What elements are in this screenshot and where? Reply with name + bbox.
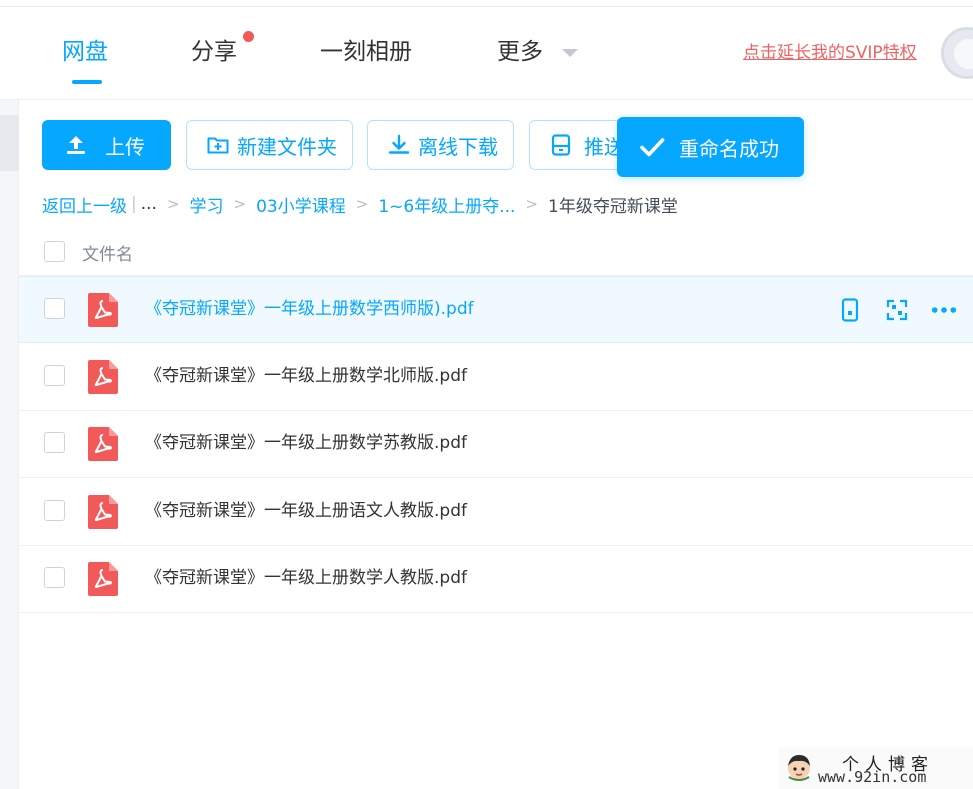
pdf-file-icon xyxy=(87,426,119,462)
breadcrumb-ellipsis[interactable]: ... xyxy=(141,194,157,214)
svip-renew-link[interactable]: 点击延长我的SVIP特权 xyxy=(743,42,917,64)
tab-netdisk[interactable]: 网盘 xyxy=(62,36,108,68)
breadcrumb-current: 1年级夺冠新课堂 xyxy=(548,196,678,217)
breadcrumb-divider: | xyxy=(131,194,137,214)
breadcrumb: 返回上一级 | ... > 学习 > 03小学课程 > 1~6年级上册夺... … xyxy=(42,191,678,217)
tab-album[interactable]: 一刻相册 xyxy=(320,36,412,68)
avatar[interactable] xyxy=(941,27,973,79)
offline-download-button[interactable]: 离线下载 xyxy=(367,120,514,170)
row-checkbox[interactable] xyxy=(44,365,65,386)
file-name[interactable]: 《夺冠新课堂》一年级上册数学北师版.pdf xyxy=(145,365,467,387)
share-badge xyxy=(243,31,254,42)
sidebar-selected-item[interactable] xyxy=(0,115,19,171)
breadcrumb-item-primary-course[interactable]: 03小学课程 xyxy=(256,192,346,217)
table-row[interactable]: 《夺冠新课堂》一年级上册数学苏教版.pdf xyxy=(19,411,973,478)
select-all-checkbox[interactable] xyxy=(44,241,65,262)
offline-download-label: 离线下载 xyxy=(418,134,498,159)
file-name[interactable]: 《夺冠新课堂》一年级上册数学苏教版.pdf xyxy=(145,432,467,454)
pdf-file-icon xyxy=(87,359,119,395)
row-checkbox[interactable] xyxy=(44,567,65,588)
table-row[interactable]: 《夺冠新课堂》一年级上册语文人教版.pdf xyxy=(19,479,973,546)
table-row[interactable]: 《夺冠新课堂》一年级上册数学北师版.pdf xyxy=(19,344,973,411)
tab-more[interactable]: 更多 xyxy=(497,36,543,68)
pdf-file-icon xyxy=(87,292,119,328)
pdf-file-icon xyxy=(87,494,119,530)
check-icon xyxy=(639,134,665,160)
sidebar xyxy=(0,100,19,789)
breadcrumb-separator: > xyxy=(355,195,369,213)
toast-message: 重命名成功 xyxy=(679,136,779,161)
new-folder-label: 新建文件夹 xyxy=(237,134,337,159)
top-nav: 网盘 分享 一刻相册 更多 点击延长我的SVIP特权 xyxy=(0,0,973,100)
table-row[interactable]: 《夺冠新课堂》一年级上册数学人教版.pdf xyxy=(19,546,973,613)
more-icon[interactable] xyxy=(931,297,957,323)
upload-button[interactable]: 上传 xyxy=(42,120,171,170)
breadcrumb-separator: > xyxy=(233,195,247,213)
row-checkbox[interactable] xyxy=(44,432,65,453)
chevron-down-icon[interactable] xyxy=(562,49,578,57)
row-checkbox[interactable] xyxy=(44,298,65,319)
blog-watermark: 个人博客 www.92in.com xyxy=(778,748,973,789)
watermark-url: www.92in.com xyxy=(818,768,927,786)
tab-share[interactable]: 分享 xyxy=(191,36,237,68)
breadcrumb-item-grade-range[interactable]: 1~6年级上册夺... xyxy=(378,192,515,217)
column-filename[interactable]: 文件名 xyxy=(82,240,133,265)
file-list-header: 文件名 xyxy=(19,232,973,276)
mascot-icon xyxy=(784,752,814,782)
push-device-icon xyxy=(548,132,574,158)
breadcrumb-back-link[interactable]: 返回上一级 xyxy=(42,192,127,217)
table-row[interactable]: 《夺冠新课堂》一年级上册数学西师版).pdf xyxy=(19,276,973,343)
row-checkbox[interactable] xyxy=(44,500,65,521)
breadcrumb-separator: > xyxy=(166,195,180,213)
upload-icon xyxy=(63,132,89,158)
active-tab-indicator xyxy=(72,80,102,84)
file-name[interactable]: 《夺冠新课堂》一年级上册数学西师版).pdf xyxy=(145,298,474,320)
pdf-file-icon xyxy=(87,561,119,597)
breadcrumb-item-study[interactable]: 学习 xyxy=(190,192,224,217)
top-divider xyxy=(0,6,973,7)
qr-share-icon[interactable] xyxy=(884,297,910,323)
new-folder-button[interactable]: 新建文件夹 xyxy=(186,120,353,170)
phone-transfer-icon[interactable] xyxy=(837,297,863,323)
upload-label: 上传 xyxy=(105,134,145,159)
file-name[interactable]: 《夺冠新课堂》一年级上册数学人教版.pdf xyxy=(145,567,467,589)
rename-success-toast: 重命名成功 xyxy=(617,117,804,177)
breadcrumb-separator: > xyxy=(525,195,538,213)
new-folder-icon xyxy=(205,132,231,158)
file-name[interactable]: 《夺冠新课堂》一年级上册语文人教版.pdf xyxy=(145,500,467,522)
download-icon xyxy=(386,132,412,158)
